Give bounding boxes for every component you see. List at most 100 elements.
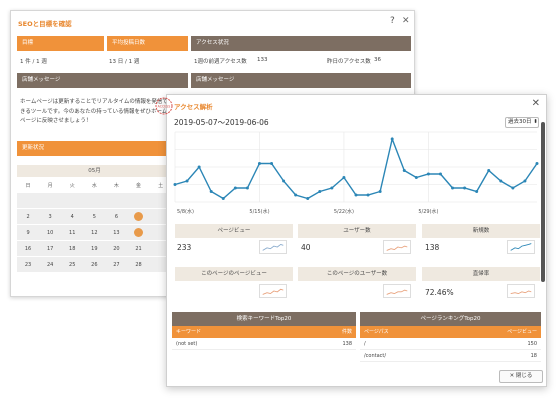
page-table-header: ページパス ページビュー (360, 326, 541, 338)
data-point (173, 183, 177, 186)
access-yesterday-value: 36 (374, 57, 381, 63)
weekday: 月 (39, 179, 62, 193)
calendar-day[interactable]: 4 (61, 209, 84, 225)
x-tick-label: 5/8(水) (177, 208, 194, 215)
data-point (209, 190, 213, 193)
calendar-week-row: 9 10 11 12 13 (17, 225, 172, 241)
calendar-day[interactable]: 19 (83, 241, 106, 257)
calendar-day[interactable]: 21 (127, 241, 150, 257)
calendar-day[interactable]: 13 (105, 225, 128, 241)
close-icon[interactable]: ✕ (532, 98, 540, 109)
count-cell: 138 (342, 341, 352, 347)
calendar-day[interactable]: 12 (83, 225, 106, 241)
calendar-day[interactable]: 27 (105, 257, 128, 273)
panel-title: SEOと目標を確認 (18, 20, 72, 28)
calendar-week-row: 23456 (17, 209, 172, 225)
calendar-day[interactable]: 20 (105, 241, 128, 257)
metric-label: ページビュー (175, 224, 293, 238)
data-point (282, 179, 286, 183)
metric-value: 138 (425, 243, 440, 252)
calendar-day[interactable]: 28 (127, 257, 150, 273)
data-point (354, 193, 358, 197)
sparkline-icon (507, 284, 535, 298)
metric-label: このページのユーザー数 (298, 267, 416, 281)
metric-value: 233 (177, 243, 192, 252)
data-point (306, 197, 310, 200)
access-prev-week-value: 133 (257, 57, 268, 63)
calendar-day[interactable]: 26 (83, 257, 106, 273)
access-yesterday-label: 昨日のアクセス数 (327, 59, 371, 65)
series-line (174, 136, 538, 200)
page-ranking-title: ページランキングTop20 (360, 312, 541, 326)
path-cell: / (364, 341, 366, 347)
table-row: (not set) 138 (172, 339, 356, 350)
calendar-day[interactable] (39, 193, 62, 209)
calendar-day[interactable]: 23 (17, 257, 40, 273)
frequency-value: 13 日 / 1 週 (109, 59, 140, 65)
data-point (390, 137, 394, 141)
keyword-column-header: キーワード (176, 329, 202, 335)
data-point (342, 176, 346, 179)
help-icon[interactable]: ? (390, 16, 395, 26)
calendar-day[interactable]: 25 (61, 257, 84, 273)
data-point (499, 179, 503, 183)
calendar-day[interactable] (61, 193, 84, 209)
calendar-day[interactable]: 2 (17, 209, 40, 225)
data-point (197, 165, 201, 169)
calendar-day[interactable]: 17 (39, 241, 62, 257)
metric-label: ユーザー数 (298, 224, 416, 238)
frequency-header: 平均投稿日数 (107, 36, 188, 51)
metric-label: 直帰率 (422, 267, 540, 281)
keyword-table-header: キーワード 件数 (172, 326, 356, 338)
data-point (451, 186, 455, 190)
data-point (185, 179, 189, 183)
calendar-day[interactable]: 24 (39, 257, 62, 273)
calendar: 日 月 火 水 木 金 土 2 3 4 5 6 9 10 11 12 13 16 17 18 19 20 21… (17, 179, 172, 273)
calendar-day[interactable]: 3 (39, 209, 62, 225)
calendar-day[interactable]: 5 (83, 209, 106, 225)
data-point (270, 162, 274, 165)
data-point (378, 190, 382, 193)
goal-value: 1 件 / 1 週 (20, 59, 47, 65)
calendar-day[interactable]: 9 (17, 225, 40, 241)
calendar-day[interactable] (127, 225, 150, 241)
calendar-day[interactable] (127, 209, 150, 225)
calendar-month: 05月 (17, 165, 172, 177)
data-point (535, 162, 539, 165)
data-point (233, 186, 237, 190)
post-marker-icon (134, 228, 144, 237)
path-cell: /contact/ (364, 353, 387, 359)
data-point (294, 193, 298, 197)
calendar-weekday-row: 日 月 火 水 木 金 土 (17, 179, 172, 193)
access-line-chart: 5/8(水) 5/15(水) 5/22(水) 5/29(水) (173, 131, 539, 215)
data-point (245, 186, 249, 190)
x-tick-label: 5/29(水) (418, 208, 438, 215)
weekday: 日 (17, 179, 40, 193)
calendar-day[interactable]: 11 (61, 225, 84, 241)
close-icon[interactable]: ✕ (402, 16, 410, 26)
post-marker-icon (134, 212, 144, 221)
data-point (487, 169, 491, 172)
sparkline-icon (383, 240, 411, 254)
data-point (426, 172, 430, 176)
logo-text: ACCESS (158, 105, 171, 109)
close-button[interactable]: ✕ 閉じる (499, 370, 543, 383)
calendar-day[interactable]: 6 (105, 209, 128, 225)
calendar-day[interactable]: 16 (17, 241, 40, 257)
message-header-right: 店舗メッセージ (191, 73, 411, 88)
weekday: 水 (83, 179, 106, 193)
weekday: 火 (61, 179, 84, 193)
period-select[interactable]: 過去30日 ⬍ (505, 117, 539, 128)
calendar-day[interactable] (83, 193, 106, 209)
metric-label: このページのページビュー (175, 267, 293, 281)
date-range: 2019-05-07〜2019-06-06 (174, 118, 269, 127)
goal-header: 目標 (17, 36, 104, 51)
calendar-day[interactable]: 10 (39, 225, 62, 241)
calendar-day[interactable] (127, 193, 150, 209)
sparkline-icon (259, 284, 287, 298)
data-point (463, 186, 467, 190)
views-cell: 150 (527, 341, 537, 347)
calendar-day[interactable] (17, 193, 40, 209)
calendar-day[interactable] (105, 193, 128, 209)
calendar-day[interactable]: 18 (61, 241, 84, 257)
